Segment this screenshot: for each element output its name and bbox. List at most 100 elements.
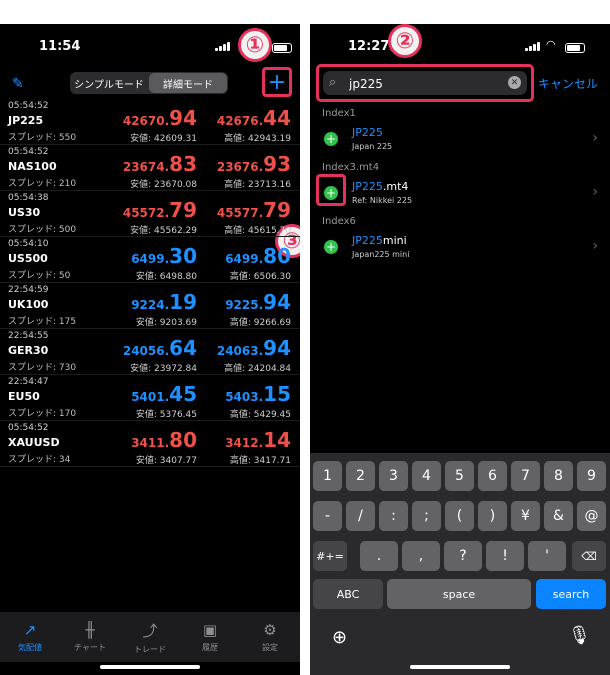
space-key[interactable]: space	[387, 579, 531, 609]
quote-row[interactable]: 05:54:38 US30 スプレッド: 500 45572.79 45577.…	[0, 190, 300, 237]
mic-icon[interactable]: 🎙	[568, 625, 591, 646]
key[interactable]: ¥	[511, 501, 540, 531]
search-key[interactable]: search	[536, 579, 606, 609]
bid-price: 6499.30	[131, 244, 197, 268]
key[interactable]: 4	[412, 461, 441, 491]
nav-quotes[interactable]: ↗ 気配値	[0, 612, 60, 662]
inbox-icon: ▣	[202, 621, 218, 639]
backspace-icon[interactable]: ⌫	[572, 541, 606, 571]
chevron-right-icon: ›	[592, 130, 598, 146]
key[interactable]: &	[544, 501, 573, 531]
key[interactable]: ;	[412, 501, 441, 531]
key[interactable]: '	[528, 541, 566, 571]
clear-icon[interactable]: ✕	[508, 76, 521, 89]
ask-price: 5403.15	[225, 382, 291, 406]
key[interactable]: 3	[379, 461, 408, 491]
key[interactable]: @	[577, 501, 606, 531]
quote-row[interactable]: 05:54:52 NAS100 スプレッド: 210 23674.83 2367…	[0, 144, 300, 191]
nav-chart[interactable]: ╫ チャート	[60, 612, 120, 662]
add-icon[interactable]: +	[324, 132, 338, 146]
quote-row[interactable]: 22:54:55 GER30 スプレッド: 730 24056.64 24063…	[0, 328, 300, 375]
low-price: 安値: 42609.31	[130, 134, 197, 144]
key[interactable]: /	[346, 501, 375, 531]
quote-time: 05:54:52	[8, 101, 49, 111]
key[interactable]: 5	[445, 461, 474, 491]
bid-price: 3411.80	[131, 428, 197, 452]
quote-spread: スプレッド: 175	[8, 317, 77, 327]
edit-icon[interactable]: ✎	[12, 76, 24, 92]
battery-icon	[565, 43, 585, 53]
add-symbol-button[interactable]: +	[262, 67, 292, 97]
key[interactable]: ,	[402, 541, 440, 571]
quote-row[interactable]: 05:54:10 US500 スプレッド: 50 6499.30 6499.80…	[0, 236, 300, 283]
add-highlight	[316, 174, 346, 206]
plus-icon: +	[267, 69, 287, 95]
high-price: 高値: 23713.16	[224, 180, 291, 190]
mode-detail-tab[interactable]: 詳細モード	[149, 73, 227, 93]
key[interactable]: !	[486, 541, 524, 571]
nav-settings[interactable]: ⚙ 設定	[240, 612, 300, 662]
search-highlight: ⌕ ✕	[316, 64, 534, 102]
ask-price: 9225.94	[225, 290, 291, 314]
low-price: 安値: 23972.84	[130, 364, 197, 374]
result-row[interactable]: + JP225mini Japan225 mini ›	[310, 228, 610, 268]
quote-spread: スプレッド: 210	[8, 179, 77, 189]
quote-spread: スプレッド: 550	[8, 133, 77, 143]
quote-spread: スプレッド: 170	[8, 409, 77, 419]
quote-time: 22:54:55	[8, 331, 49, 341]
quote-row[interactable]: 05:54:52 XAUUSD スプレッド: 34 3411.80 3412.1…	[0, 420, 300, 467]
key[interactable]: 7	[511, 461, 540, 491]
signal-icon	[215, 42, 230, 51]
key[interactable]: (	[445, 501, 474, 531]
key[interactable]: )	[478, 501, 507, 531]
key[interactable]: :	[379, 501, 408, 531]
quote-row[interactable]: 22:54:47 EU50 スプレッド: 170 5401.45 5403.15…	[0, 374, 300, 421]
chevron-right-icon: ›	[592, 184, 598, 200]
ask-price: 42676.44	[216, 106, 291, 130]
search-icon: ⌕	[329, 75, 337, 90]
nav-history[interactable]: ▣ 履歴	[180, 612, 240, 662]
add-icon[interactable]: +	[324, 240, 338, 254]
bid-price: 42670.94	[122, 106, 197, 130]
quote-symbol: EU50	[8, 390, 40, 403]
mode-simple-tab[interactable]: シンプルモード	[70, 72, 148, 94]
quote-row[interactable]: 22:54:59 UK100 スプレッド: 175 9224.19 9225.9…	[0, 282, 300, 329]
bid-price: 9224.19	[131, 290, 197, 314]
nav-trade[interactable]: ⤴ トレード	[120, 612, 180, 662]
high-price: 高値: 24204.84	[224, 364, 291, 374]
high-price: 高値: 9266.69	[229, 318, 291, 328]
key[interactable]: .	[360, 541, 398, 571]
quote-time: 05:54:10	[8, 239, 49, 249]
status-time: 11:54	[39, 39, 81, 54]
high-price: 高値: 3417.71	[229, 456, 291, 466]
quote-row[interactable]: 05:54:52 JP225 スプレッド: 550 42670.94 42676…	[0, 98, 300, 145]
result-row[interactable]: + JP225 Japan 225 ›	[310, 120, 610, 160]
result-name: JP225.mt4	[352, 180, 409, 193]
low-price: 安値: 6498.80	[135, 272, 197, 282]
key[interactable]: -	[313, 501, 342, 531]
key[interactable]: 1	[313, 461, 342, 491]
result-desc: Ref: Nikkei 225	[352, 196, 413, 205]
search-field[interactable]: ⌕ ✕	[323, 71, 527, 95]
ask-price: 3412.14	[225, 428, 291, 452]
key[interactable]: 9	[577, 461, 606, 491]
key[interactable]: ?	[444, 541, 482, 571]
candlestick-icon: ╫	[85, 621, 95, 639]
result-desc: Japan 225	[352, 142, 393, 151]
key[interactable]: 2	[346, 461, 375, 491]
symbols-toggle-key[interactable]: #+=	[313, 541, 347, 571]
mode-toggle[interactable]: シンプルモード 詳細モード	[70, 72, 228, 94]
search-input[interactable]	[347, 74, 511, 94]
globe-icon[interactable]: ⊕	[332, 627, 347, 648]
key[interactable]: 8	[544, 461, 573, 491]
signal-icon	[525, 42, 540, 51]
abc-key[interactable]: ABC	[313, 579, 383, 609]
ask-price: 24063.94	[216, 336, 291, 360]
bid-price: 23674.83	[122, 152, 197, 176]
cancel-button[interactable]: キャンセル	[538, 75, 598, 92]
result-row[interactable]: + JP225.mt4 Ref: Nikkei 225 ›	[310, 174, 610, 214]
bid-price: 5401.45	[131, 382, 197, 406]
result-desc: Japan225 mini	[352, 250, 410, 259]
key[interactable]: 6	[478, 461, 507, 491]
high-price: 高値: 45615.70	[224, 226, 291, 236]
